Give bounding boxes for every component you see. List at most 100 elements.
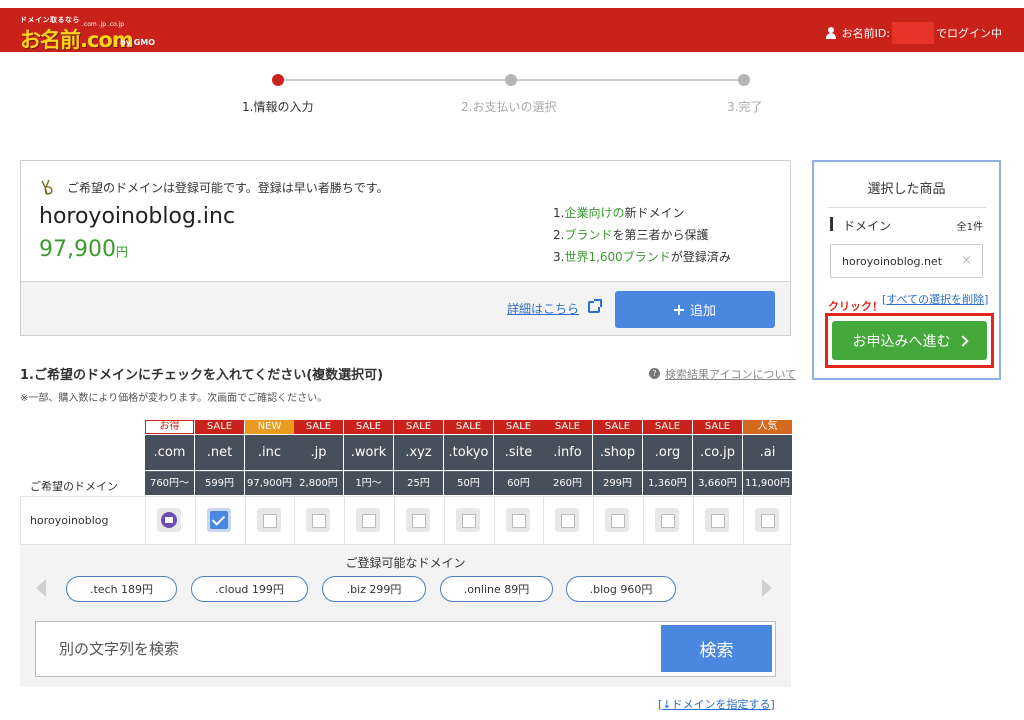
tld-price: 97,900円: [245, 471, 294, 495]
section-note: ※一部、購入数により価格が変わります。次画面でご確認ください。: [20, 393, 328, 404]
tld-column: SALE .jp 2,800円: [294, 420, 343, 495]
suggestion-chip[interactable]: .biz 299円: [322, 576, 426, 602]
domain-result-body: ご希望のドメインは登録可能です。登録は早い者勝ちです。 horoyoinoblo…: [21, 161, 790, 281]
search-input[interactable]: [36, 622, 656, 676]
arrow-right-icon[interactable]: [762, 579, 772, 597]
chevron-right-icon: [956, 334, 969, 347]
tld-price: 3,660円: [693, 471, 742, 495]
selected-domain-name: horoyoinoblog.net: [842, 255, 943, 268]
domain-checkbox[interactable]: [406, 508, 430, 532]
domain-checkbox[interactable]: [356, 508, 380, 532]
arrow-left-icon[interactable]: [36, 579, 46, 597]
column-divider: [444, 496, 445, 545]
tld-price: 25円: [394, 471, 443, 495]
proceed-to-order-button[interactable]: お申込みへ進む: [832, 321, 987, 360]
tld-badge: 人気: [743, 420, 792, 434]
searched-domain: horoyoinoblog.inc: [39, 204, 236, 229]
column-divider: [344, 496, 345, 545]
clear-all-label[interactable]: すべての選択を削除: [886, 293, 984, 306]
column-divider: [145, 496, 146, 545]
specify-domain-label[interactable]: ↓ドメインを指定する: [662, 698, 770, 711]
tld-column: SALE .org 1,360円: [643, 420, 692, 495]
column-divider: [494, 496, 495, 545]
specify-domain-link[interactable]: [↓ドメインを指定する]: [658, 696, 775, 712]
domain-checkbox-checked[interactable]: [207, 508, 231, 532]
domain-checkbox[interactable]: [555, 508, 579, 532]
feature-highlight: 世界1,600ブランド: [564, 250, 671, 264]
external-link-icon[interactable]: [588, 299, 602, 313]
search-button[interactable]: 検索: [661, 625, 772, 672]
plus-icon: [673, 304, 684, 315]
feature-text: が登録済み: [670, 250, 731, 264]
feature-item: 1.企業向けの新ドメイン: [553, 204, 684, 221]
close-icon[interactable]: ×: [961, 253, 972, 268]
domain-checkbox[interactable]: [705, 508, 729, 532]
row-header-label: ご希望のドメイン: [30, 480, 118, 493]
add-button-label: 追加: [689, 303, 716, 318]
checkmark-icon: [210, 511, 228, 529]
bracket: ]: [984, 293, 989, 306]
suggestion-chip[interactable]: .blog 960円: [566, 576, 676, 602]
domain-checkbox[interactable]: [506, 508, 530, 532]
column-divider: [294, 496, 295, 545]
tld-price: 11,900円: [743, 471, 792, 495]
tld-price: 260円: [543, 471, 592, 495]
tld-price: 1円〜: [344, 471, 393, 495]
step-dot-current: [272, 74, 284, 86]
column-divider: [245, 496, 246, 545]
selected-items-panel: 選択した商品 ドメイン 全1件 horoyoinoblog.net × クリック…: [812, 160, 1001, 380]
domain-result-card: ご希望のドメインは登録可能です。登録は早い者勝ちです。 horoyoinoblo…: [20, 160, 791, 336]
details-link[interactable]: 詳細はこちら: [507, 300, 579, 317]
tld-name: .net: [195, 435, 244, 470]
domain-checkbox[interactable]: [655, 508, 679, 532]
add-to-cart-button[interactable]: 追加: [615, 291, 775, 328]
step-connector: [511, 79, 744, 81]
domain-checkbox[interactable]: [306, 508, 330, 532]
domain-checkbox[interactable]: [755, 508, 779, 532]
suggestion-chip[interactable]: .online 89円: [440, 576, 553, 602]
domain-status-mail[interactable]: [157, 508, 181, 532]
tld-price: 60円: [494, 471, 543, 495]
item-count: 全1件: [956, 222, 983, 233]
tld-name: .org: [643, 435, 692, 470]
login-status: お名前ID: でログイン中: [825, 22, 1002, 44]
column-divider: [743, 496, 744, 545]
tld-name: .xyz: [394, 435, 443, 470]
domain-checkbox[interactable]: [257, 508, 281, 532]
section-title: 1.ご希望のドメインにチェックを入れてください(複数選択可): [20, 368, 384, 383]
tld-price: 50円: [444, 471, 493, 495]
availability-message: ご希望のドメインは登録可能です。登録は早い者勝ちです。: [67, 181, 389, 195]
result-icon-help-link[interactable]: 検索結果アイコンについて: [665, 366, 796, 382]
tld-name: .work: [344, 435, 393, 470]
feature-number: 2.: [553, 228, 565, 242]
domain-checkbox[interactable]: [456, 508, 480, 532]
tld-column: SALE .co.jp 3,660円: [693, 420, 742, 495]
logo-gmo: by GMO: [120, 38, 156, 47]
tld-name: .shop: [593, 435, 642, 470]
tld-name: .com: [145, 435, 194, 470]
tld-badge: お得: [145, 420, 194, 434]
step-label-input: 1.情報の入力: [242, 100, 314, 114]
row-domain-name: horoyoinoblog: [30, 514, 109, 527]
domain-checkbox[interactable]: [605, 508, 629, 532]
tld-name: .tokyo: [444, 435, 493, 470]
tld-name: .site: [494, 435, 543, 470]
tld-price: 1,360円: [643, 471, 692, 495]
column-divider: [394, 496, 395, 545]
mail-icon: [161, 512, 177, 528]
clear-all-link[interactable]: [すべての選択を削除]: [882, 291, 988, 307]
tld-price: 299円: [593, 471, 642, 495]
suggestion-chip[interactable]: .cloud 199円: [191, 576, 308, 602]
tld-badge: SALE: [593, 420, 642, 434]
tld-column: SALE .shop 299円: [593, 420, 642, 495]
step-label-complete: 3.完了: [727, 100, 763, 114]
feature-text: 新ドメイン: [624, 206, 685, 220]
search-box: 検索: [35, 621, 776, 677]
peace-sign-icon: [41, 179, 53, 195]
site-header: ドメイン取るなら .com .jp .co.jp お名前.com by GMO …: [0, 8, 1024, 52]
suggestion-chip[interactable]: .tech 189円: [66, 576, 177, 602]
tld-badge: SALE: [344, 420, 393, 434]
tld-column: SALE .work 1円〜: [344, 420, 393, 495]
question-icon: ?: [649, 368, 660, 379]
column-divider: [643, 496, 644, 545]
